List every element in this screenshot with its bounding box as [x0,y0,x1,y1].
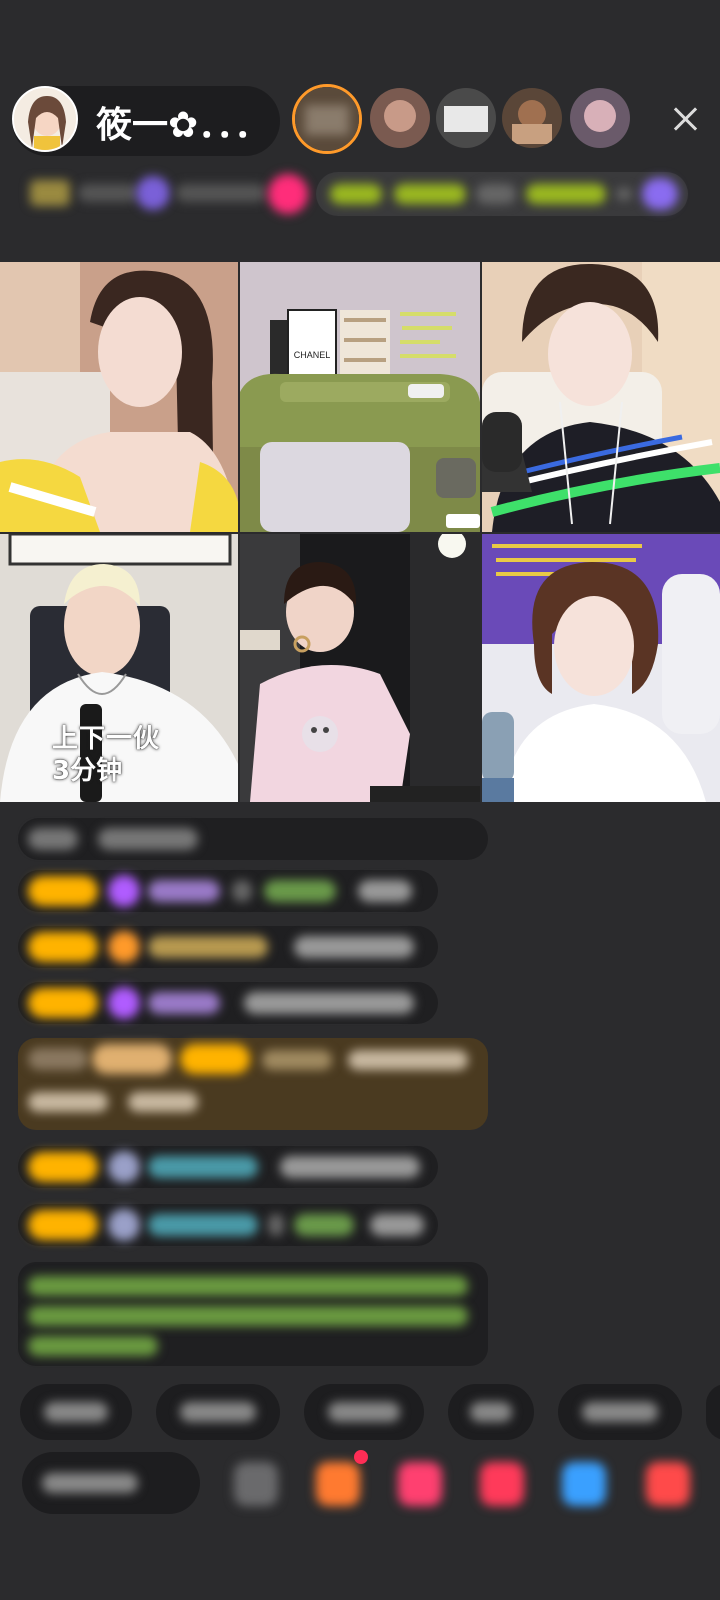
room-info-row [20,172,320,216]
guest-video-tile[interactable] [482,534,720,802]
host-name: 筱一✿．．． [96,105,271,146]
guest-video-tile[interactable] [240,534,480,802]
quick-chip[interactable] [448,1384,534,1440]
tile-overlay-text: 3分钟 [52,756,123,786]
viewer-avatar[interactable] [436,88,496,148]
guest-video-tile[interactable]: CHANEL [240,262,480,532]
viewer-avatar[interactable] [292,84,362,154]
chat-system-message [18,818,488,860]
chat-announcement [18,1262,488,1366]
chat-message[interactable] [18,870,438,912]
emoji-icon[interactable] [234,1462,278,1506]
host-avatar[interactable] [12,86,78,152]
multi-guest-video-grid: CHANEL 上下一伙 3分钟 [0,262,720,802]
gift-box-icon[interactable] [316,1462,360,1506]
guest-video-tile[interactable] [0,262,238,532]
close-icon[interactable] [670,104,700,134]
guest-video-tile[interactable] [482,262,720,532]
quick-chip[interactable] [706,1384,720,1440]
chat-message[interactable] [18,926,438,968]
lucky-bag-icon[interactable] [480,1462,524,1506]
gift-heart-icon[interactable] [398,1462,442,1506]
viewer-avatar[interactable] [370,88,430,148]
guest-video-tile[interactable]: 上下一伙 3分钟 [0,534,238,802]
chat-message[interactable] [18,982,438,1024]
chat-message[interactable] [18,1204,438,1246]
comment-input[interactable] [22,1452,200,1514]
share-icon[interactable] [562,1462,606,1506]
chanel-sign-text: CHANEL [294,350,331,360]
quick-chip[interactable] [304,1384,424,1440]
chat-message[interactable] [18,1146,438,1188]
more-gift-icon[interactable] [646,1462,690,1506]
quick-chip[interactable] [558,1384,682,1440]
quick-chip[interactable] [156,1384,280,1440]
viewer-avatar[interactable] [570,88,630,148]
viewer-avatar[interactable] [502,88,562,148]
room-tags-row[interactable] [316,172,688,216]
notification-dot [354,1450,368,1464]
quick-chip[interactable] [20,1384,132,1440]
chat-gift-message[interactable] [18,1038,488,1130]
